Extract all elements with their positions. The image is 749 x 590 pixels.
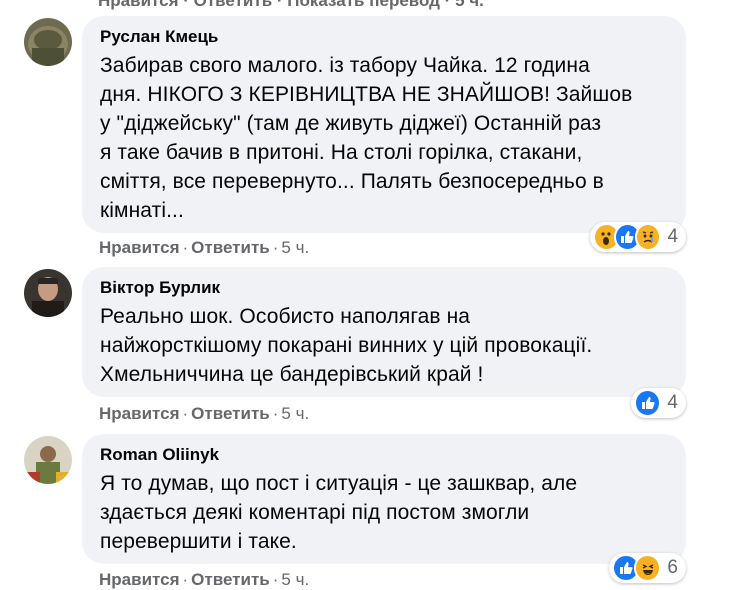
comment-timestamp[interactable]: 5 ч.	[281, 570, 309, 589]
reply-link[interactable]: Ответить	[191, 404, 270, 423]
comment-line: Реально шок. Особисто наполягав на	[100, 305, 471, 328]
reactions-summary[interactable]: 6	[609, 553, 686, 583]
comment-author[interactable]: Віктор Бурлик	[100, 277, 670, 299]
comment-timestamp[interactable]: 5 ч.	[281, 238, 309, 257]
avatar[interactable]	[24, 18, 72, 66]
separator-dot: ·	[182, 570, 189, 589]
like-link[interactable]: Нравится	[99, 404, 180, 423]
comment-timestamp[interactable]: 5 ч.	[281, 404, 309, 423]
comment-line: сміття, все перевернуто... Палять безпос…	[100, 170, 604, 193]
reactions-summary[interactable]: 4	[631, 388, 686, 418]
comment-text: Забирав свого малого. із табору Чайка. 1…	[100, 51, 670, 225]
separator-dot: ·	[272, 238, 279, 257]
comment-line: найжорсткішому покарані винних у цій про…	[100, 334, 593, 357]
comment-line: кімнаті...	[100, 199, 184, 222]
separator-dot: ·	[272, 404, 279, 423]
comment-line: Я то думав, що пост і ситуація - це зашк…	[100, 472, 578, 495]
reaction-count: 6	[667, 557, 678, 578]
comment-bubble: Roman Oliinyk Я то думав, що пост і ситу…	[82, 434, 686, 564]
comment-line: здається деякі коментарі під постом змог…	[100, 501, 530, 524]
separator-dot: ·	[182, 238, 189, 257]
sad-icon	[634, 223, 662, 251]
avatar[interactable]	[24, 436, 72, 484]
comment-bubble: Віктор Бурлик Реально шок. Особисто напо…	[82, 267, 686, 397]
like-link[interactable]: Нравится	[99, 238, 180, 257]
comment-line: Хмельниччина це бандерівський край !	[100, 363, 484, 386]
comment-bubble: Руслан Кмець Забирав свого малого. із та…	[82, 16, 686, 233]
separator-dot: ·	[182, 404, 189, 423]
separator-dot: ·	[272, 570, 279, 589]
reaction-count: 4	[667, 392, 678, 413]
comment-actions: Нравится · Ответить · 5 ч.	[99, 404, 309, 424]
comment-line: у "діджейську" (там де живуть діджеї) Ос…	[100, 112, 602, 135]
reactions-summary[interactable]: 4	[590, 222, 686, 252]
avatar[interactable]	[24, 269, 72, 317]
comment-line: перевершити і таке.	[100, 530, 297, 553]
haha-icon	[633, 554, 662, 582]
comment-line: Забирав свого малого. із табору Чайка. 1…	[100, 54, 590, 77]
like-icon	[634, 389, 662, 417]
comment-text: Я то думав, що пост і ситуація - це зашк…	[100, 469, 670, 556]
comment-actions: Нравится · Ответить · 5 ч.	[99, 570, 309, 590]
reply-link[interactable]: Ответить	[191, 570, 270, 589]
reply-link[interactable]: Ответить	[191, 238, 270, 257]
comment-line: дня. НІКОГО З КЕРІВНИЦТВА НЕ ЗНАЙШОВ! За…	[100, 83, 633, 106]
comment-author[interactable]: Руслан Кмець	[100, 26, 670, 48]
reaction-count: 4	[667, 226, 679, 247]
like-link[interactable]: Нравится	[99, 570, 180, 589]
comment-text: Реально шок. Особисто наполягав на найжо…	[100, 302, 670, 389]
comment-actions: Нравится · Ответить · 5 ч.	[99, 238, 309, 258]
comment-line: я таке бачив в притоні. На столі горілка…	[100, 141, 583, 164]
comment-author[interactable]: Roman Oliinyk	[100, 444, 670, 466]
previous-comment-actions[interactable]: Нравится · Ответить · Показать перевод ·…	[98, 0, 484, 11]
